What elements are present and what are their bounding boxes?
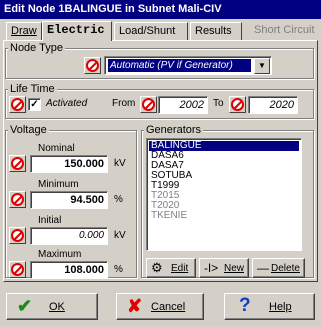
tab-results-label: Results <box>195 25 232 37</box>
tab-draw[interactable]: Draw <box>6 22 42 40</box>
generators-list[interactable]: BALINGUE DASA6 DASA7 SOTUBA T1999 T2015 T2020 T… <box>146 138 302 251</box>
tab-results[interactable]: Results <box>190 22 242 40</box>
new-generator-label: New <box>224 263 245 274</box>
check-icon: ✓ <box>30 99 39 110</box>
maximum-label: Maximum <box>38 249 82 260</box>
dialog-window: Edit Node 1BALINGUE in Subnet Mali-CIV D… <box>0 0 321 327</box>
checkmark-icon: ✔ <box>17 296 33 316</box>
new-connector-icon: -ǀ> <box>204 261 219 275</box>
minimum-label: Minimum <box>38 179 79 190</box>
no-entry-icon <box>231 98 244 111</box>
activated-checkbox[interactable]: ✓ <box>28 98 41 111</box>
maximum-voltage-input[interactable]: 108.000 <box>30 261 108 279</box>
delete-generator-label: Delete <box>271 263 300 274</box>
cancel-button[interactable]: ✘ Cancel <box>116 293 204 320</box>
node-type-group-label: Node Type <box>8 42 66 54</box>
nominal-unit: kV <box>114 158 126 169</box>
initial-label: Initial <box>38 215 62 226</box>
edit-generator-button[interactable]: ⚙ Edit <box>146 258 196 278</box>
generators-group-label: Generators <box>144 124 204 136</box>
minimum-voltage-input[interactable]: 94.500 <box>30 191 108 209</box>
no-entry-icon <box>11 229 24 242</box>
from-label: From <box>112 98 136 109</box>
nominal-reset-button[interactable] <box>9 155 26 172</box>
help-button[interactable]: ? Help <box>224 293 315 320</box>
tab-electric-label: Electric <box>47 23 105 37</box>
maximum-reset-button[interactable] <box>9 261 26 278</box>
tab-load-shunt-label: Load/Shunt <box>119 25 176 37</box>
no-entry-icon <box>11 98 24 111</box>
activated-label: Activated <box>46 98 88 109</box>
to-reset-button[interactable] <box>229 96 246 113</box>
edit-icon: ⚙ <box>151 260 163 275</box>
tab-short-circuit[interactable]: Short Circuit <box>250 22 316 40</box>
help-icon: ? <box>239 295 251 316</box>
chevron-down-icon[interactable]: ▼ <box>254 58 270 74</box>
title-bar[interactable]: Edit Node 1BALINGUE in Subnet Mali-CIV <box>0 0 321 19</box>
to-label: To <box>213 98 224 109</box>
minimum-unit: % <box>114 194 123 205</box>
tab-short-circuit-label: Short Circuit <box>254 24 315 36</box>
no-entry-icon <box>11 193 24 206</box>
voltage-group-label: Voltage <box>8 124 49 136</box>
life-time-group-label: Life Time <box>8 83 57 95</box>
node-type-select[interactable]: Automatic (PV if Generator) ▼ <box>104 56 272 75</box>
from-year-input[interactable]: 2002 <box>158 96 208 114</box>
edit-generator-label: Edit <box>171 263 189 274</box>
life-time-reset-button[interactable] <box>9 96 26 113</box>
delete-line-icon: — <box>257 261 269 275</box>
ok-label: OK <box>49 301 65 313</box>
minimum-reset-button[interactable] <box>9 191 26 208</box>
ok-button[interactable]: ✔ OK <box>6 293 98 320</box>
window-title: Edit Node 1BALINGUE in Subnet Mali-CIV <box>4 3 222 15</box>
new-generator-button[interactable]: -ǀ> New <box>199 258 249 278</box>
node-type-selected-value: Automatic (PV if Generator) <box>108 59 251 72</box>
no-entry-icon <box>142 98 155 111</box>
initial-voltage-input[interactable]: 0.000 <box>30 227 108 245</box>
generator-list-item[interactable]: TKENIE <box>149 211 299 221</box>
no-entry-icon <box>86 59 99 72</box>
maximum-unit: % <box>114 264 123 275</box>
no-entry-icon <box>11 157 24 170</box>
tab-load-shunt[interactable]: Load/Shunt <box>114 22 188 40</box>
close-icon: ✘ <box>127 296 143 316</box>
node-type-reset-button[interactable] <box>84 57 101 74</box>
tab-electric[interactable]: Electric <box>42 21 112 41</box>
initial-unit: kV <box>114 230 126 241</box>
no-entry-icon <box>11 263 24 276</box>
delete-generator-button[interactable]: — Delete <box>252 258 305 278</box>
initial-reset-button[interactable] <box>9 227 26 244</box>
nominal-label: Nominal <box>38 143 75 154</box>
tab-draw-label: Draw <box>11 25 37 37</box>
cancel-label: Cancel <box>151 301 186 313</box>
nominal-voltage-input[interactable]: 150.000 <box>30 155 108 173</box>
help-label: Help <box>269 301 292 313</box>
to-year-input[interactable]: 2020 <box>248 96 298 114</box>
from-reset-button[interactable] <box>140 96 157 113</box>
